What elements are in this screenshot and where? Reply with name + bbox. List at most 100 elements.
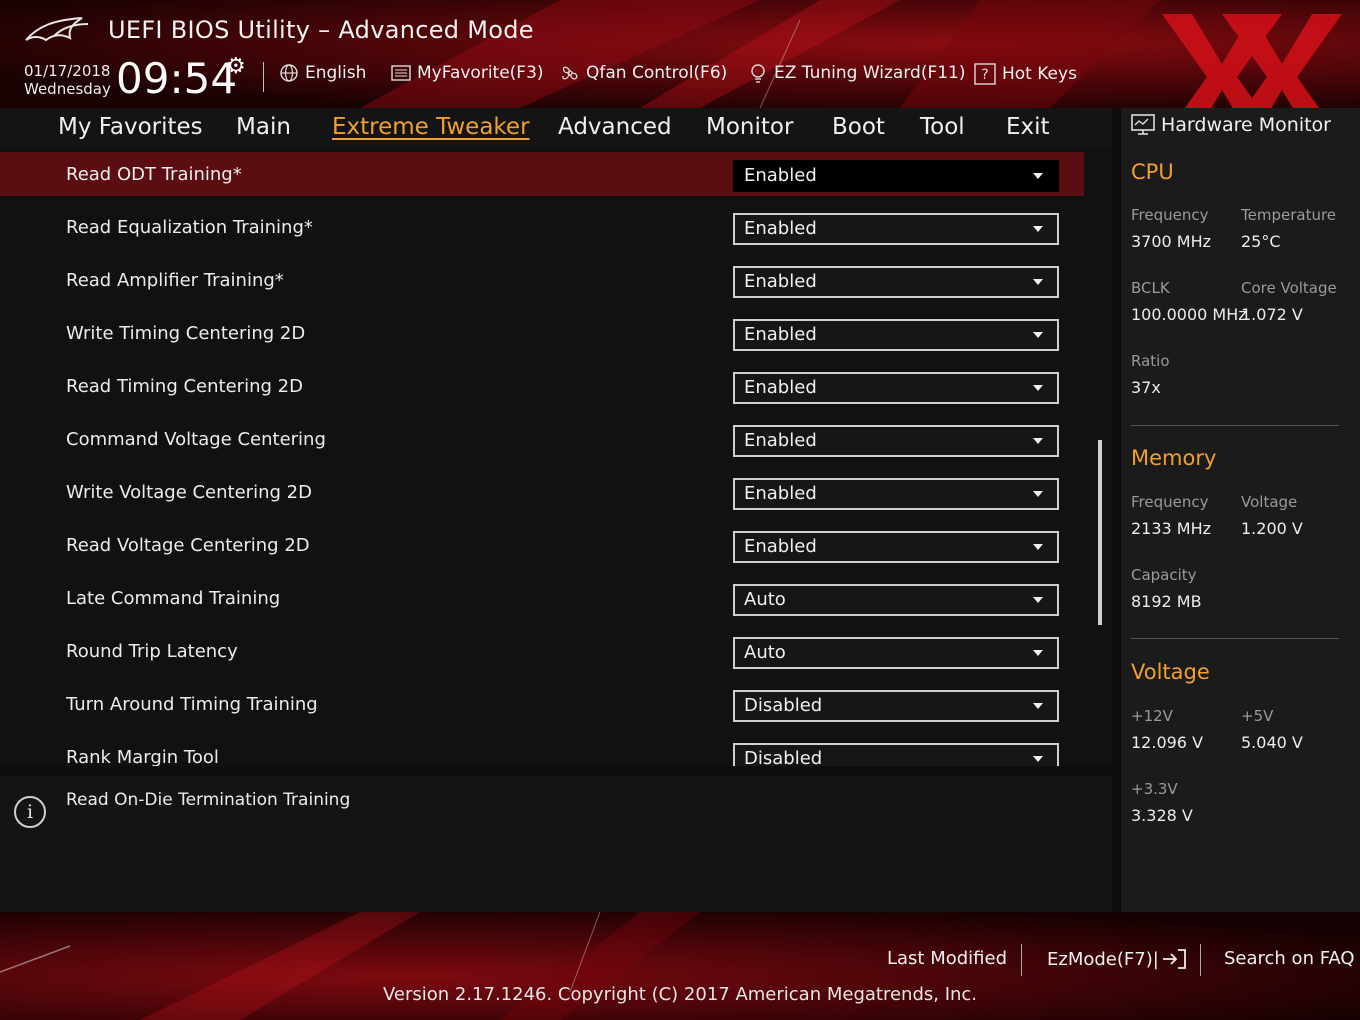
tab-main[interactable]: Main	[236, 114, 291, 140]
caret-down-icon	[1033, 438, 1043, 444]
myfavorite-button[interactable]: MyFavorite(F3)	[391, 63, 544, 83]
caret-down-icon	[1033, 226, 1043, 232]
lightbulb-icon	[751, 64, 765, 83]
ezmode-button[interactable]: EzMode(F7)|	[1047, 948, 1187, 970]
setting-dropdown[interactable]: Auto	[733, 637, 1059, 669]
tab-monitor[interactable]: Monitor	[706, 114, 793, 140]
setting-row-write-timing-centering-2d[interactable]: Write Timing Centering 2D Enabled	[0, 311, 1084, 355]
dropdown-value: Auto	[744, 589, 786, 610]
hot-keys-button[interactable]: ? Hot Keys	[974, 63, 1077, 85]
last-modified-button[interactable]: Last Modified	[887, 948, 1007, 969]
rog-logo-icon	[25, 17, 89, 42]
setting-row-read-equalization-training[interactable]: Read Equalization Training* Enabled	[0, 205, 1084, 249]
ratio-value: 37x	[1131, 378, 1161, 397]
setting-row-rank-margin-tool[interactable]: Rank Margin Tool Disabled	[0, 735, 1084, 766]
setting-label: Round Trip Latency	[66, 641, 238, 662]
memory-voltage-label: Voltage	[1241, 493, 1298, 511]
v33-label: +3.3V	[1131, 780, 1178, 798]
setting-label: Command Voltage Centering	[66, 429, 326, 450]
language-button[interactable]: English	[279, 63, 366, 83]
section-divider	[1131, 638, 1339, 639]
setting-label: Read Voltage Centering 2D	[66, 535, 310, 556]
dropdown-value: Enabled	[744, 483, 817, 504]
caret-down-icon	[1033, 385, 1043, 391]
v12-label: +12V	[1131, 707, 1173, 725]
memory-voltage-value: 1.200 V	[1241, 519, 1303, 538]
capacity-value: 8192 MB	[1131, 592, 1202, 611]
setting-row-read-timing-centering-2d[interactable]: Read Timing Centering 2D Enabled	[0, 364, 1084, 408]
cpu-temperature-value: 25°C	[1241, 232, 1281, 251]
help-info-panel: i Read On-Die Termination Training	[0, 776, 1112, 912]
setting-dropdown[interactable]: Enabled	[733, 160, 1059, 192]
setting-label: Read Amplifier Training*	[66, 270, 284, 291]
setting-dropdown[interactable]: Enabled	[733, 319, 1059, 351]
hardware-monitor-label: Hardware Monitor	[1161, 114, 1331, 136]
setting-label: Turn Around Timing Training	[66, 694, 318, 715]
tab-exit[interactable]: Exit	[1006, 114, 1050, 140]
setting-label: Late Command Training	[66, 588, 281, 609]
setting-dropdown[interactable]: Auto	[733, 584, 1059, 616]
search-faq-button[interactable]: Search on FAQ	[1224, 948, 1355, 969]
bclk-value: 100.0000 MHz	[1131, 305, 1247, 324]
caret-down-icon	[1033, 756, 1043, 762]
setting-row-read-odt-training[interactable]: Read ODT Training* Enabled	[0, 152, 1084, 196]
setting-row-write-voltage-centering-2d[interactable]: Write Voltage Centering 2D Enabled	[0, 470, 1084, 514]
tab-tool[interactable]: Tool	[920, 114, 965, 140]
v12-value: 12.096 V	[1131, 733, 1204, 752]
tab-extreme-tweaker[interactable]: Extreme Tweaker	[332, 114, 530, 140]
ez-tuning-wizard-button[interactable]: EZ Tuning Wizard(F11)	[748, 63, 966, 83]
cpu-frequency-label: Frequency	[1131, 206, 1209, 224]
ratio-label: Ratio	[1131, 352, 1170, 370]
setting-row-round-trip-latency[interactable]: Round Trip Latency Auto	[0, 629, 1084, 673]
gear-icon[interactable]: ⚙	[226, 54, 246, 79]
setting-row-late-command-training[interactable]: Late Command Training Auto	[0, 576, 1084, 620]
cpu-frequency-value: 3700 MHz	[1131, 232, 1212, 251]
help-question-icon: ?	[974, 63, 996, 85]
setting-row-read-voltage-centering-2d[interactable]: Read Voltage Centering 2D Enabled	[0, 523, 1084, 567]
dropdown-value: Enabled	[744, 430, 817, 451]
bclk-label: BCLK	[1131, 279, 1170, 297]
qfan-control-button[interactable]: Qfan Control(F6)	[560, 63, 727, 83]
setting-dropdown[interactable]: Enabled	[733, 425, 1059, 457]
myfavorite-label: MyFavorite(F3)	[417, 63, 544, 83]
setting-row-command-voltage-centering[interactable]: Command Voltage Centering Enabled	[0, 417, 1084, 461]
exit-arrow-icon	[1162, 949, 1186, 969]
setting-label: Read Timing Centering 2D	[66, 376, 303, 397]
monitor-icon	[1131, 114, 1155, 135]
fan-icon	[562, 66, 578, 80]
setting-dropdown[interactable]: Enabled	[733, 531, 1059, 563]
setting-label: Write Voltage Centering 2D	[66, 482, 312, 503]
ez-tuning-wizard-label: EZ Tuning Wizard(F11)	[774, 63, 966, 83]
tab-advanced[interactable]: Advanced	[558, 114, 672, 140]
memory-frequency-label: Frequency	[1131, 493, 1209, 511]
setting-row-read-amplifier-training[interactable]: Read Amplifier Training* Enabled	[0, 258, 1084, 302]
dropdown-value: Enabled	[744, 165, 817, 186]
weekday-text: Wednesday	[24, 80, 111, 98]
caret-down-icon	[1033, 650, 1043, 656]
v5-value: 5.040 V	[1241, 733, 1303, 752]
setting-row-turn-around-timing-training[interactable]: Turn Around Timing Training Disabled	[0, 682, 1084, 726]
caret-down-icon	[1033, 279, 1043, 285]
tab-my-favorites[interactable]: My Favorites	[58, 114, 203, 140]
setting-dropdown[interactable]: Enabled	[733, 478, 1059, 510]
setting-dropdown[interactable]: Enabled	[733, 266, 1059, 298]
header-divider	[263, 62, 264, 92]
setting-dropdown[interactable]: Enabled	[733, 372, 1059, 404]
setting-dropdown[interactable]: Disabled	[733, 690, 1059, 722]
footer-divider	[1021, 944, 1022, 976]
version-text: Version 2.17.1246. Copyright (C) 2017 Am…	[382, 984, 978, 1005]
settings-list: Read ODT Training* Enabled Read Equaliza…	[0, 148, 1112, 766]
setting-dropdown[interactable]: Disabled	[733, 743, 1059, 766]
memory-heading: Memory	[1131, 446, 1217, 470]
hot-keys-label: Hot Keys	[1002, 64, 1077, 84]
caret-down-icon	[1033, 491, 1043, 497]
settings-scrollbar[interactable]	[1098, 440, 1102, 625]
caret-down-icon	[1033, 597, 1043, 603]
dropdown-value: Enabled	[744, 536, 817, 557]
caret-down-icon	[1033, 173, 1043, 179]
language-label: English	[305, 63, 367, 83]
capacity-label: Capacity	[1131, 566, 1197, 584]
caret-down-icon	[1033, 332, 1043, 338]
tab-boot[interactable]: Boot	[832, 114, 885, 140]
setting-dropdown[interactable]: Enabled	[733, 213, 1059, 245]
